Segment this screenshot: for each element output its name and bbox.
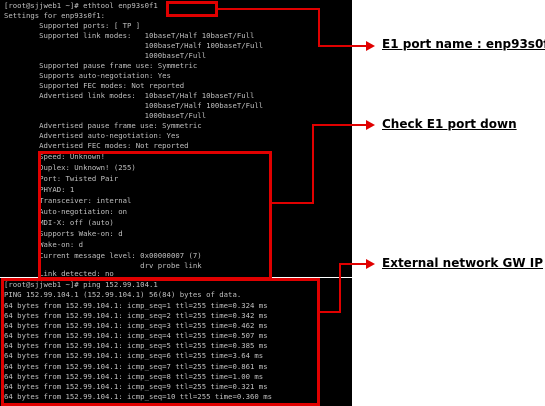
terminal-line: 1000baseT/Full	[4, 51, 207, 60]
connector-line	[312, 124, 368, 126]
terminal-line: 100baseT/Half 100baseT/Full	[4, 41, 264, 50]
connector-line	[218, 8, 319, 10]
port-down-label: Check E1 port down	[382, 117, 517, 131]
connector-line	[320, 311, 341, 313]
connector-line	[318, 45, 368, 47]
terminal-line: Settings for enp93s0f1:	[4, 11, 106, 20]
connector-line	[339, 263, 368, 265]
terminal-line: 100baseT/Half 100baseT/Full	[4, 101, 264, 110]
arrow-head-icon	[366, 259, 375, 269]
terminal-line: Advertised auto-negotiation: Yes	[4, 131, 180, 140]
terminal-line: Advertised link modes: 10baseT/Half 10ba…	[4, 91, 255, 100]
connector-line	[272, 202, 314, 204]
connector-line	[318, 8, 320, 46]
arrow-head-icon	[366, 120, 375, 130]
terminal-line: Advertised pause frame use: Symmetric	[4, 121, 202, 130]
connector-line	[339, 263, 341, 313]
terminal-line: Supports auto-negotiation: Yes	[4, 71, 171, 80]
port-name-label: E1 port name : enp93s0f1	[382, 37, 545, 51]
terminal-line: 1000baseT/Full	[4, 111, 207, 120]
terminal-line: Advertised FEC modes: Not reported	[4, 141, 189, 150]
port-down-highlight-box	[38, 151, 272, 280]
terminal-line: Supported FEC modes: Not reported	[4, 81, 185, 90]
terminal-line: Supported ports: [ TP ]	[4, 21, 141, 30]
terminal-line: Supported pause frame use: Symmetric	[4, 61, 198, 70]
gw-ip-label: External network GW IP	[382, 256, 544, 270]
connector-line	[312, 124, 314, 204]
gw-ip-highlight-box	[1, 278, 320, 406]
terminal-line: Supported link modes: 10baseT/Half 10bas…	[4, 31, 255, 40]
terminal-line: [root@sjjweb1 ~]# ethtool enp93s0f1	[4, 1, 158, 10]
port-name-highlight-box	[166, 1, 218, 17]
arrow-head-icon	[366, 41, 375, 51]
